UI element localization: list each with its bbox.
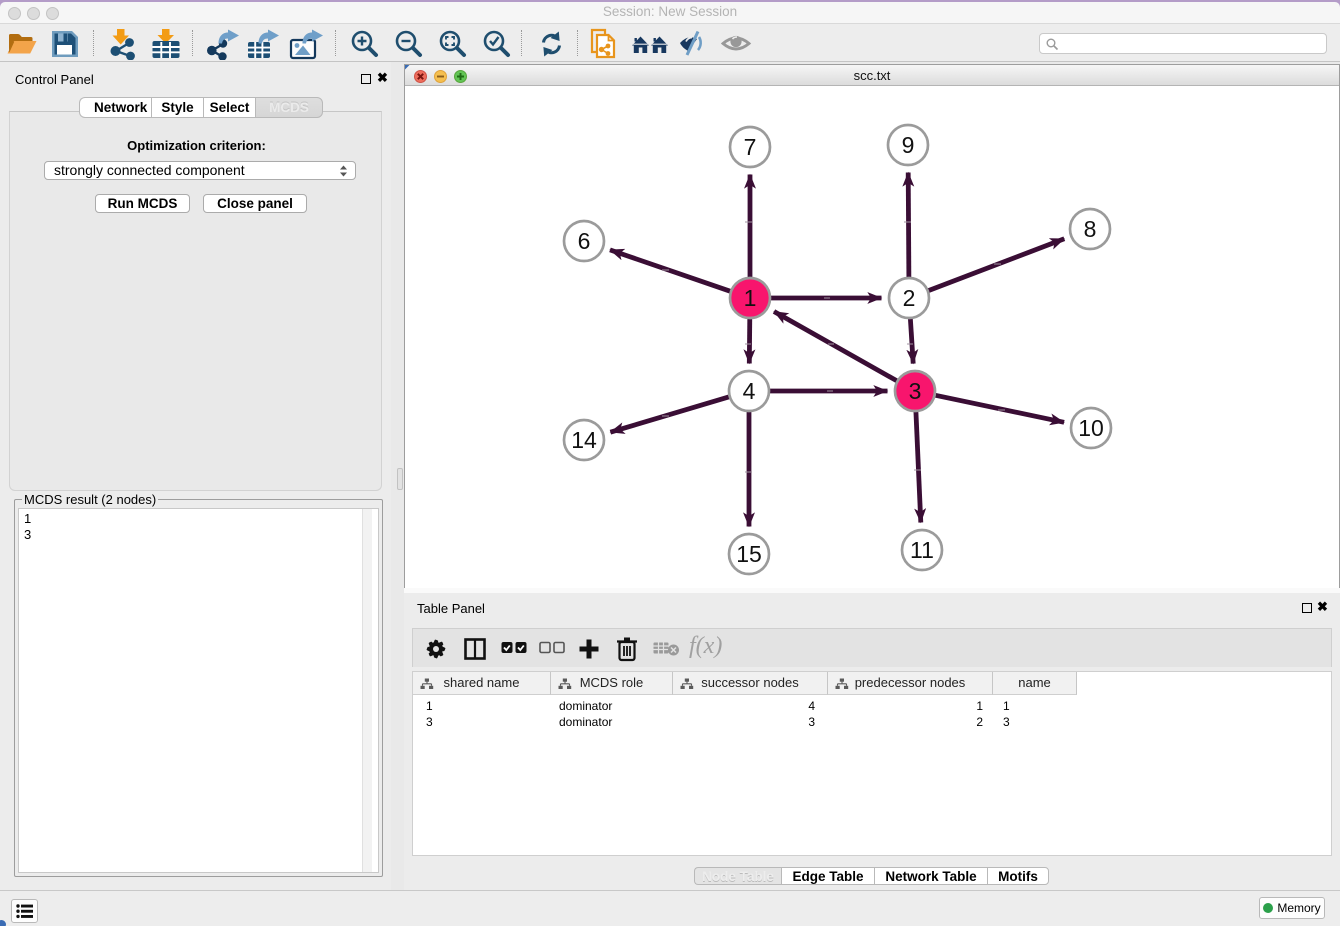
svg-text:10: 10 <box>1078 415 1104 441</box>
svg-text:15: 15 <box>736 541 762 567</box>
svg-text:4: 4 <box>743 378 756 404</box>
svg-text:3: 3 <box>909 378 922 404</box>
svg-text:1: 1 <box>744 285 757 311</box>
svg-text:8: 8 <box>1084 216 1097 242</box>
svg-text:2: 2 <box>903 285 916 311</box>
svg-text:14: 14 <box>571 427 597 453</box>
svg-text:9: 9 <box>902 132 915 158</box>
svg-text:6: 6 <box>578 228 591 254</box>
svg-text:7: 7 <box>744 134 757 160</box>
svg-text:11: 11 <box>910 537 934 563</box>
